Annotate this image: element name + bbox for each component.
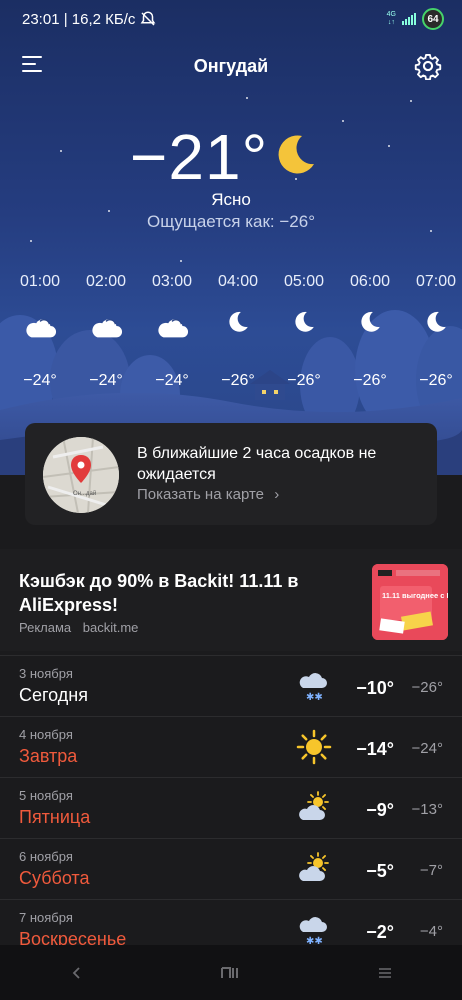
day-date: 3 ноября [19, 666, 73, 681]
partly-cloudy-icon [299, 791, 329, 820]
battery-icon: 64 [422, 8, 444, 30]
recents-icon[interactable] [365, 958, 405, 988]
daily-row[interactable]: 3 ноября Сегодня ✱✱ −10° −26° [0, 658, 462, 718]
snow-cloud-icon: ✱✱ [299, 673, 327, 703]
day-min-temp: −24° [411, 740, 443, 757]
map-thumbnail[interactable]: Он...дай [43, 437, 119, 513]
day-max-temp: −5° [366, 861, 394, 881]
hour-time: 02:00 [85, 273, 127, 290]
gear-icon[interactable] [414, 52, 442, 80]
day-min-temp: −13° [411, 801, 443, 818]
svg-text:11.11 выгоднее с Backit: 11.11 выгоднее с Backit [382, 591, 448, 600]
daily-row[interactable]: 5 ноября Пятница −9° −13° [0, 780, 462, 840]
day-min-temp: −7° [419, 862, 443, 879]
home-icon[interactable] [211, 958, 251, 988]
divider [0, 777, 462, 778]
hour-temp: −26° [221, 372, 255, 389]
day-max-temp: −10° [356, 678, 394, 698]
precipitation-message: В ближайшие 2 часа осадков не ожидается [137, 445, 377, 483]
ad-source[interactable]: backit.me [83, 620, 139, 635]
system-navbar [0, 945, 462, 1000]
day-name: Завтра [19, 746, 78, 766]
city-title: Онгудай [193, 56, 269, 76]
notifications-off-icon [140, 11, 156, 26]
day-max-temp: −9° [366, 800, 394, 820]
moon-icon [278, 135, 314, 174]
hour-time: 06:00 [349, 273, 391, 290]
divider [0, 655, 462, 656]
ad-label: Реклама [19, 620, 72, 635]
moon-icon [427, 311, 446, 332]
signal-icon [402, 13, 416, 25]
day-min-temp: −26° [411, 679, 443, 696]
day-date: 6 ноября [19, 849, 73, 864]
hour-temp: −26° [287, 372, 321, 389]
day-min-temp: −4° [419, 923, 443, 940]
svg-text:Он...дай: Он...дай [73, 490, 96, 497]
hour-time: 01:00 [19, 273, 61, 290]
day-name: Суббота [19, 868, 90, 888]
show-on-map-link[interactable]: Показать на карте › [137, 486, 279, 503]
hour-temp: −24° [155, 372, 189, 389]
hour-temp: −26° [353, 372, 387, 389]
app-header: Онгудай [0, 46, 462, 86]
feels-like: Ощущается как: −26° [146, 212, 316, 231]
hour-time: 05:00 [283, 273, 325, 290]
day-name: Пятница [19, 807, 91, 827]
divider [0, 899, 462, 900]
snow-cloud-icon: ✱✱ [299, 917, 327, 947]
weather-condition: Ясно [211, 190, 251, 209]
network-indicator: 4G ↓↑ [386, 11, 396, 26]
hour-temp: −26° [419, 372, 453, 389]
day-date: 7 ноября [19, 910, 73, 925]
back-icon[interactable] [57, 958, 97, 988]
svg-text:✱✱: ✱✱ [306, 692, 323, 703]
precipitation-card[interactable]: Он...дай В ближайшие 2 часа осадков не о… [25, 423, 437, 525]
daily-row[interactable]: 6 ноября Суббота −5° −7° [0, 841, 462, 901]
divider [0, 838, 462, 839]
day-date: 5 ноября [19, 788, 73, 803]
moon-icon [229, 311, 248, 332]
moon-icon [295, 311, 314, 332]
hour-time: 04:00 [217, 273, 259, 290]
day-name: Сегодня [19, 685, 88, 705]
divider [0, 716, 462, 717]
hour-time: 03:00 [151, 273, 193, 290]
cloud-icon [92, 319, 123, 338]
day-max-temp: −14° [356, 739, 394, 759]
ad-meta: Реклама backit.me [19, 620, 138, 635]
hour-time: 07:00 [415, 273, 457, 290]
hour-temp: −24° [23, 372, 57, 389]
ad-banner[interactable]: Кэшбэк до 90% в Backit! 11.11 в AliExpre… [0, 549, 462, 651]
sun-icon [296, 729, 332, 765]
status-time: 23:01 | 16,2 КБ/с [22, 10, 136, 28]
status-bar: 23:01 | 16,2 КБ/с 4G ↓↑ 64 [0, 0, 462, 38]
day-date: 4 ноября [19, 727, 73, 742]
partly-cloudy-icon [299, 852, 329, 881]
current-temperature: −21° [130, 121, 269, 193]
chevron-right-icon: › [274, 486, 280, 503]
daily-row[interactable]: 4 ноября Завтра −14° −24° [0, 719, 462, 779]
ad-image[interactable]: 11.11 выгоднее с Backit [372, 564, 448, 640]
moon-icon [361, 311, 380, 332]
day-max-temp: −2° [366, 922, 394, 942]
hour-temp: −24° [89, 372, 123, 389]
cloud-icon [158, 319, 189, 338]
cloud-icon [26, 319, 57, 338]
ad-title[interactable]: Кэшбэк до 90% в Backit! 11.11 в AliExpre… [19, 569, 329, 617]
